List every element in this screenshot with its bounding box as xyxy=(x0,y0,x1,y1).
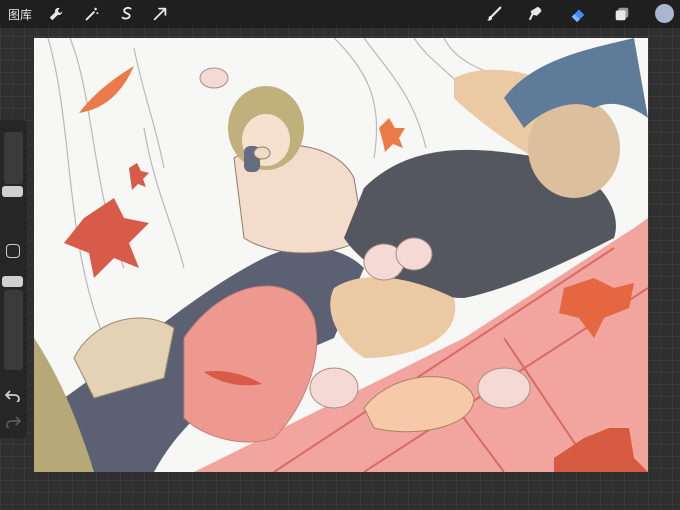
magic-wand-icon[interactable] xyxy=(82,4,102,24)
top-toolbar: 图库 xyxy=(0,0,680,28)
teacup xyxy=(253,146,271,160)
redo-icon[interactable] xyxy=(5,414,21,428)
opacity-slider[interactable] xyxy=(4,290,23,370)
drawing-canvas[interactable] xyxy=(34,38,648,472)
selection-icon[interactable] xyxy=(117,4,137,24)
brush-icon[interactable] xyxy=(484,4,504,24)
gallery-button[interactable]: 图库 xyxy=(8,6,32,23)
modify-button[interactable] xyxy=(6,244,20,258)
eraser-icon[interactable] xyxy=(568,4,588,24)
artwork-illustration xyxy=(34,38,648,472)
brush-size-handle[interactable] xyxy=(2,186,23,197)
brush-size-slider[interactable] xyxy=(4,132,23,184)
smudge-icon[interactable] xyxy=(526,4,546,24)
color-swatch-icon[interactable] xyxy=(655,4,674,23)
layers-icon[interactable] xyxy=(612,4,632,24)
transform-arrow-icon[interactable] xyxy=(150,4,170,24)
wrench-icon[interactable] xyxy=(46,4,66,24)
undo-icon[interactable] xyxy=(5,388,21,402)
left-sidebar xyxy=(0,120,27,438)
opacity-handle[interactable] xyxy=(2,276,23,287)
